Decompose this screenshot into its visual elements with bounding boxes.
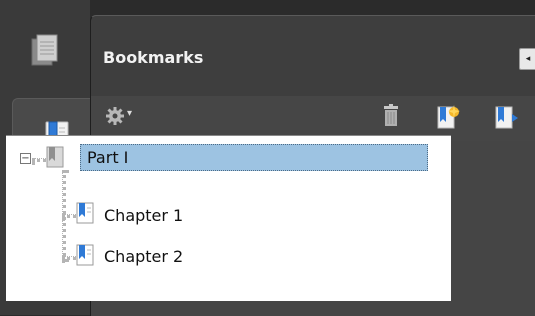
chevron-down-icon[interactable]: ▾ [127, 108, 132, 119]
parent-bookmark-icon [46, 146, 64, 172]
triangle-left-icon: ◂ [525, 54, 531, 64]
bookmark-icon [76, 202, 94, 228]
panel-options-button[interactable]: ◂ [519, 48, 535, 70]
trash-icon[interactable] [381, 104, 401, 132]
pages-icon [30, 34, 60, 72]
bookmark-label: Chapter 2 [104, 246, 184, 266]
bookmark-tree: − Part I Chapter 1 Chapter 2 [6, 135, 451, 301]
tree-row-chapter-2[interactable]: Chapter 2 [104, 241, 183, 271]
collapse-toggle[interactable]: − [20, 153, 31, 164]
panel-title: Bookmarks [103, 48, 204, 67]
bookmark-label: Part I [80, 143, 428, 171]
expand-bookmark-icon[interactable] [494, 104, 520, 134]
bookmark-icon [76, 244, 94, 270]
gear-icon[interactable] [105, 106, 125, 130]
new-bookmark-icon[interactable] [436, 104, 462, 134]
bookmark-label: Chapter 1 [104, 205, 184, 225]
panel-header: Bookmarks ◂ [91, 16, 535, 96]
pages-tab[interactable] [0, 18, 90, 88]
collapse-glyph: − [21, 152, 30, 164]
tree-row-chapter-1[interactable]: Chapter 1 [104, 200, 183, 230]
tree-row-part-i[interactable]: Part I [80, 142, 445, 172]
